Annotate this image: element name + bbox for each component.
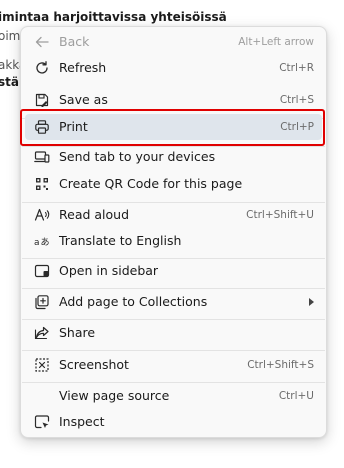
- menu-item-send-tab[interactable]: Send tab to your devices: [25, 144, 322, 170]
- menu-item-shortcut: Ctrl+P: [280, 121, 314, 133]
- menu-item-label: View page source: [59, 388, 170, 403]
- menu-item-label: Refresh: [59, 60, 107, 75]
- menu-item-label: Print: [59, 119, 88, 134]
- menu-item-shortcut: Ctrl+R: [279, 62, 314, 74]
- background-heading: imintaa harjoittavissa yhteisöissä: [0, 10, 227, 24]
- menu-item-screenshot[interactable]: Screenshot Ctrl+Shift+S: [25, 352, 322, 378]
- menu-item-shortcut: Ctrl+Shift+U: [246, 209, 314, 221]
- svg-text:a: a: [34, 238, 40, 248]
- menu-item-shortcut: Alt+Left arrow: [238, 36, 314, 48]
- menu-item-refresh[interactable]: Refresh Ctrl+R: [25, 55, 322, 81]
- menu-separator: [22, 350, 325, 351]
- menu-item-back[interactable]: Back Alt+Left arrow: [25, 29, 322, 55]
- menu-item-label: Translate to English: [59, 233, 182, 248]
- menu-item-save-as[interactable]: Save as Ctrl+S: [25, 87, 322, 113]
- svg-text:あ: あ: [41, 237, 50, 248]
- submenu-chevron-icon: [309, 298, 314, 306]
- context-menu: Back Alt+Left arrow Refresh Ctrl+R Save …: [20, 26, 327, 438]
- menu-item-label: Add page to Collections: [59, 294, 208, 309]
- menu-item-label: Read aloud: [59, 207, 130, 222]
- menu-item-qr-code[interactable]: Create QR Code for this page: [25, 171, 322, 197]
- menu-item-label: Share: [59, 325, 96, 340]
- menu-item-print[interactable]: Print Ctrl+P: [25, 114, 322, 140]
- share-icon: [34, 325, 50, 341]
- refresh-icon: [34, 60, 50, 76]
- translate-icon: aあ: [34, 233, 50, 249]
- screenshot-icon: [34, 357, 50, 373]
- menu-item-translate[interactable]: aあ Translate to English: [25, 228, 322, 254]
- menu-item-shortcut: Ctrl+S: [279, 94, 314, 106]
- menu-item-label: Back: [59, 34, 90, 49]
- back-arrow-icon: [34, 34, 50, 50]
- save-as-icon: [34, 92, 50, 108]
- menu-item-shortcut: Ctrl+U: [278, 390, 314, 402]
- menu-item-shortcut: Ctrl+Shift+S: [247, 359, 314, 371]
- collections-icon: [34, 294, 50, 310]
- inspect-icon: [34, 414, 50, 430]
- menu-item-share[interactable]: Share: [25, 320, 322, 346]
- menu-item-label: Open in sidebar: [59, 263, 159, 278]
- menu-item-label: Save as: [59, 92, 108, 107]
- read-aloud-icon: [34, 207, 50, 223]
- menu-item-label: Screenshot: [59, 357, 129, 372]
- menu-item-add-to-collections[interactable]: Add page to Collections: [25, 289, 322, 315]
- menu-item-label: Inspect: [59, 414, 105, 429]
- menu-item-read-aloud[interactable]: Read aloud Ctrl+Shift+U: [25, 202, 322, 228]
- printer-icon: [34, 119, 50, 135]
- menu-item-inspect[interactable]: Inspect: [25, 409, 322, 435]
- qr-code-icon: [34, 176, 50, 192]
- sidebar-icon: [34, 263, 50, 279]
- menu-item-label: Send tab to your devices: [59, 149, 216, 164]
- menu-item-view-page-source[interactable]: View page source Ctrl+U: [25, 383, 322, 409]
- send-tab-icon: [34, 149, 50, 165]
- menu-item-open-in-sidebar[interactable]: Open in sidebar: [25, 258, 322, 284]
- menu-item-label: Create QR Code for this page: [59, 176, 243, 191]
